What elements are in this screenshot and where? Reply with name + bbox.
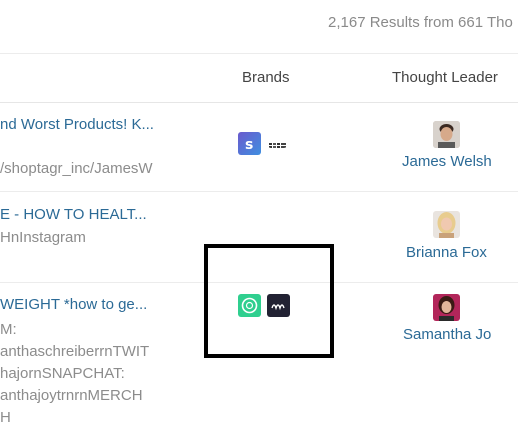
description-line: H xyxy=(0,409,11,426)
video-description: HnInstagram xyxy=(0,229,86,246)
avatar[interactable] xyxy=(433,211,460,238)
video-title-link[interactable]: E - HOW TO HEALT... xyxy=(0,206,155,223)
video-description: M: anthaschreiberrnTWIT hajornSNAPCHAT: … xyxy=(0,319,155,429)
avatar[interactable] xyxy=(433,121,460,148)
row-divider xyxy=(0,191,518,192)
thought-leader-name[interactable]: Brianna Fox xyxy=(406,244,487,261)
brand-text-logo[interactable] xyxy=(268,138,287,148)
video-description: /shoptagr_inc/JamesW xyxy=(0,160,153,177)
description-line: anthajoytrnrnMERCH xyxy=(0,387,143,404)
shoptagr-logo[interactable]: s xyxy=(238,132,261,155)
description-line: anthaschreiberrnTWIT xyxy=(0,343,150,360)
column-header-thought-leader[interactable]: Thought Leader xyxy=(392,69,498,86)
svg-text:s: s xyxy=(245,137,253,153)
header-divider xyxy=(0,102,518,103)
highlight-box xyxy=(204,244,334,358)
description-line: M: xyxy=(0,321,17,338)
column-header-brands[interactable]: Brands xyxy=(242,69,290,86)
video-title-link[interactable]: WEIGHT *how to ge... xyxy=(0,296,155,313)
thought-leader-name[interactable]: James Welsh xyxy=(402,153,492,170)
results-count: 2,167 Results from 661 Tho xyxy=(328,14,513,31)
divider xyxy=(0,53,518,54)
video-title-link[interactable]: nd Worst Products! K... xyxy=(0,116,155,133)
description-line: hajornSNAPCHAT: xyxy=(0,365,125,382)
thought-leader-name[interactable]: Samantha Jo xyxy=(403,326,491,343)
avatar[interactable] xyxy=(433,294,460,321)
